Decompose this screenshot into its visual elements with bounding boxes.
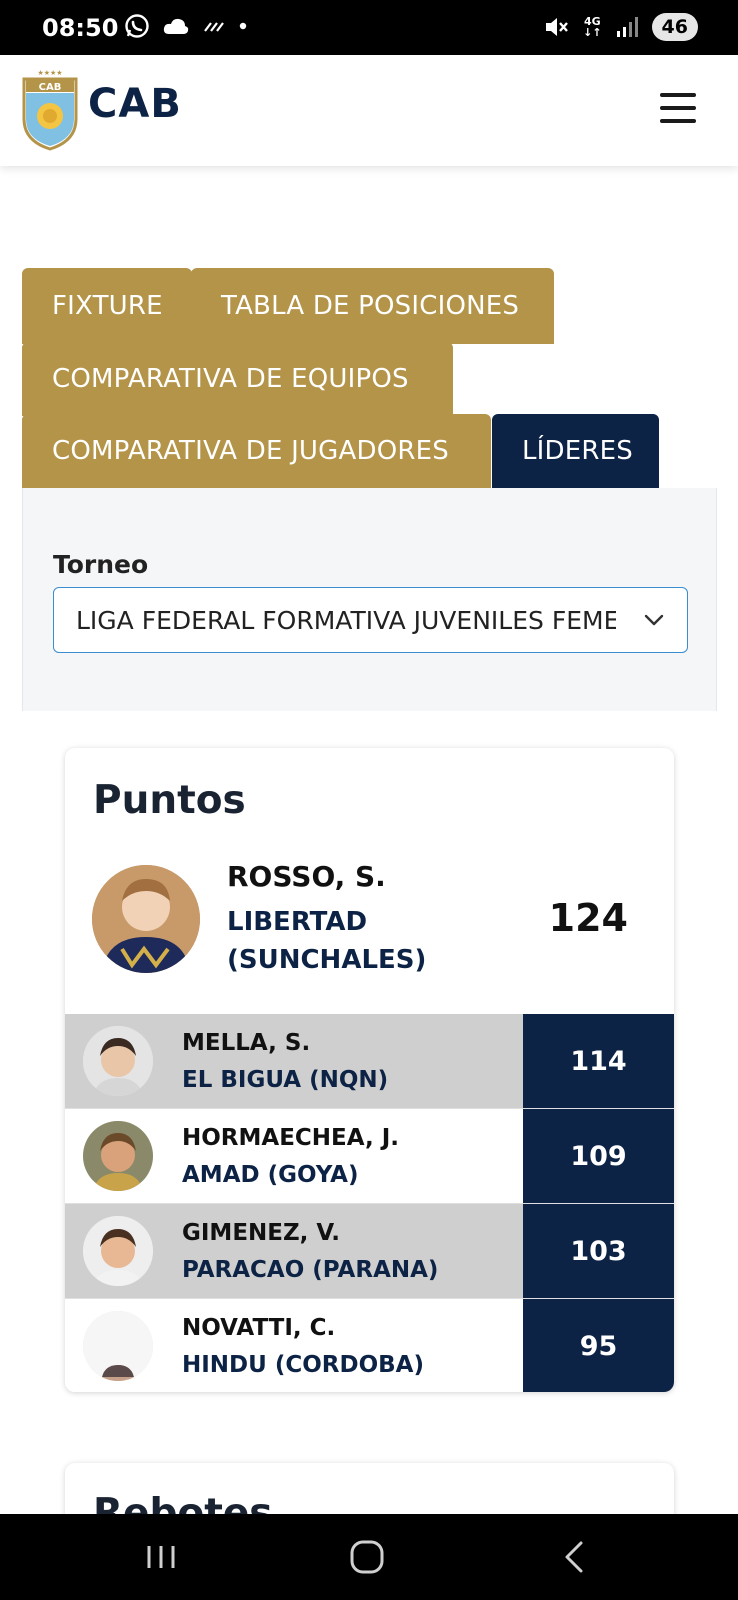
network-indicator: 4G ↓↑ (583, 15, 602, 39)
tab-label: FIXTURE (52, 291, 163, 321)
torneo-label: Torneo (53, 550, 149, 579)
site-logo-text[interactable]: CAB (88, 81, 182, 127)
status-notifications (124, 13, 248, 39)
signal-icon (616, 17, 638, 37)
player-value: 114 (523, 1014, 674, 1108)
tab-tabla-de-posiciones[interactable]: TABLA DE POSICIONES (191, 268, 554, 344)
torneo-select-value: LIGA FEDERAL FORMATIVA JUVENILES FEMENIN… (76, 606, 616, 635)
leader-row[interactable]: NOVATTI, C. HINDU (CORDOBA) 95 (65, 1299, 674, 1392)
battery-indicator: 46 (651, 13, 698, 41)
cloud-icon (163, 18, 189, 34)
leader-row[interactable]: GIMENEZ, V. PARACAO (PARANA) 103 (65, 1204, 674, 1298)
card-title: Puntos (93, 778, 246, 823)
player-name: NOVATTI, C. (182, 1315, 336, 1341)
chevron-down-icon (644, 614, 664, 626)
top-player-photo (92, 865, 200, 973)
player-name: HORMAECHEA, J. (182, 1125, 400, 1151)
player-photo (83, 1026, 153, 1096)
player-value: 109 (523, 1109, 674, 1203)
dot-icon (239, 22, 247, 30)
svg-text:★★★★: ★★★★ (37, 69, 62, 77)
tab-label: COMPARATIVA DE JUGADORES (52, 436, 449, 466)
player-photo (83, 1216, 153, 1286)
player-value: 103 (523, 1204, 674, 1298)
tab-fixture[interactable]: FIXTURE (22, 268, 192, 344)
player-name: MELLA, S. (182, 1030, 311, 1056)
filter-panel: Torneo LIGA FEDERAL FORMATIVA JUVENILES … (22, 488, 717, 711)
status-bar: 08:50 4G ↓↑ 46 (0, 0, 738, 55)
torneo-select[interactable]: LIGA FEDERAL FORMATIVA JUVENILES FEMENIN… (53, 587, 688, 653)
hamburger-icon[interactable] (660, 93, 696, 123)
player-team: PARACAO (PARANA) (182, 1257, 439, 1283)
top-player-value: 124 (548, 896, 628, 940)
home-icon[interactable] (344, 1534, 390, 1580)
player-value: 95 (523, 1299, 674, 1392)
status-time: 08:50 (42, 14, 119, 42)
system-nav-bar (0, 1514, 738, 1600)
whatsapp-icon (125, 14, 149, 38)
back-icon[interactable] (552, 1534, 598, 1580)
top-player-name[interactable]: ROSSO, S. (227, 860, 386, 893)
player-photo (83, 1121, 153, 1191)
cab-logo-icon[interactable]: ★★★★ CAB (20, 67, 80, 151)
leaders-card-puntos: Puntos ROSSO, S. LIBERTAD (SUNCHALES) 12… (65, 748, 674, 1392)
top-player-team[interactable]: LIBERTAD (SUNCHALES) (227, 903, 487, 979)
player-team: EL BIGUA (NQN) (182, 1067, 389, 1093)
status-indicators: 4G ↓↑ 46 (543, 13, 698, 41)
tab-comparativa-de-equipos[interactable]: COMPARATIVA DE EQUIPOS (22, 342, 453, 416)
tab-label: COMPARATIVA DE EQUIPOS (52, 364, 409, 394)
wind-icon (204, 22, 224, 32)
mute-icon (546, 18, 569, 36)
leader-row[interactable]: HORMAECHEA, J. AMAD (GOYA) 109 (65, 1109, 674, 1203)
player-team: AMAD (GOYA) (182, 1162, 359, 1188)
tab-label: TABLA DE POSICIONES (221, 291, 520, 321)
tab-label: LÍDERES (522, 436, 633, 466)
leader-row[interactable]: MELLA, S. EL BIGUA (NQN) 114 (65, 1014, 674, 1108)
player-photo (83, 1311, 153, 1381)
tab-lideres[interactable]: LÍDERES (492, 414, 659, 488)
player-team: HINDU (CORDOBA) (182, 1352, 424, 1378)
tab-comparativa-de-jugadores[interactable]: COMPARATIVA DE JUGADORES (22, 414, 491, 488)
recents-icon[interactable] (138, 1534, 184, 1580)
svg-text:CAB: CAB (39, 82, 62, 93)
player-name: GIMENEZ, V. (182, 1220, 340, 1246)
site-header: ★★★★ CAB CAB (0, 55, 738, 166)
